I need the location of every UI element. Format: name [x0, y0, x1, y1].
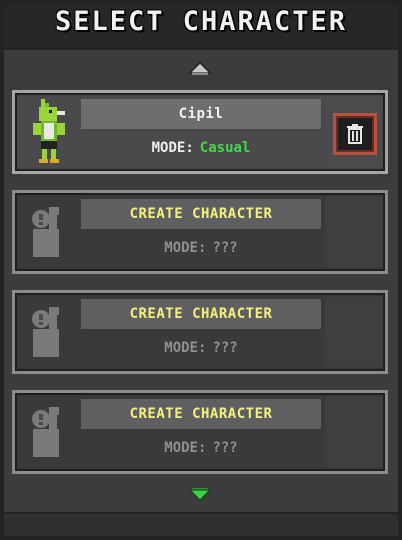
character-slot-3[interactable]: CREATE CHARACTER MODE: ??? — [12, 290, 388, 374]
delete-character-button[interactable] — [333, 113, 377, 155]
scroll-up-arrow-icon[interactable] — [189, 62, 211, 76]
slot-side-panel — [325, 197, 383, 267]
create-character-label: CREATE CHARACTER — [81, 299, 321, 329]
green-bird-character-icon — [33, 99, 65, 163]
slot-side-panel — [325, 397, 383, 467]
character-name: Cipil — [81, 99, 321, 129]
mode-line: MODE: ??? — [81, 435, 321, 461]
scroll-down-arrow-icon[interactable] — [189, 487, 211, 501]
mode-value: ??? — [212, 240, 238, 256]
mode-label: MODE: — [164, 240, 207, 256]
character-select-window: SELECT CHARACTER Cipil MODE: Casual CREA… — [0, 0, 402, 540]
mode-value: ??? — [212, 440, 238, 456]
character-slot-1[interactable]: Cipil MODE: Casual — [12, 90, 388, 174]
mode-label: MODE: — [164, 340, 207, 356]
trash-icon — [347, 124, 363, 144]
create-character-label: CREATE CHARACTER — [81, 399, 321, 429]
mode-label: MODE: — [151, 140, 194, 156]
bottom-strip — [4, 514, 398, 536]
character-slot-2[interactable]: CREATE CHARACTER MODE: ??? — [12, 190, 388, 274]
mode-line: MODE: Casual — [81, 135, 321, 161]
mode-value: Casual — [199, 140, 251, 156]
window-title: SELECT CHARACTER — [54, 6, 348, 37]
mode-label: MODE: — [164, 440, 207, 456]
unknown-character-silhouette-icon — [32, 407, 59, 457]
mode-line: MODE: ??? — [81, 335, 321, 361]
create-character-label: CREATE CHARACTER — [81, 199, 321, 229]
unknown-character-silhouette-icon — [32, 307, 59, 357]
mode-value: ??? — [212, 340, 238, 356]
mode-line: MODE: ??? — [81, 235, 321, 261]
character-slot-4[interactable]: CREATE CHARACTER MODE: ??? — [12, 390, 388, 474]
unknown-character-silhouette-icon — [32, 207, 59, 257]
slot-side-panel — [325, 297, 383, 367]
